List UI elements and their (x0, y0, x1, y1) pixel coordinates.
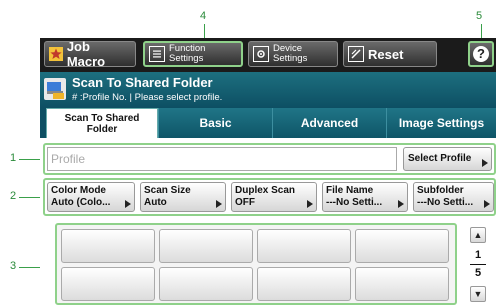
shared-folder-icon (44, 78, 66, 100)
duplex-scan-button[interactable]: Duplex Scan OFF (231, 182, 317, 212)
device-settings-icon (253, 46, 269, 62)
job-macro-button[interactable]: Job Macro (44, 39, 136, 69)
device-settings-button[interactable]: Device Settings (248, 41, 338, 67)
tab-advanced-label: Advanced (300, 116, 359, 130)
profile-slot[interactable] (355, 267, 449, 301)
page-down-button[interactable]: ▼ (470, 286, 486, 302)
job-macro-label: Job Macro (66, 39, 106, 69)
reset-label: Reset (368, 46, 404, 62)
arrow-right-icon (216, 200, 222, 208)
top-toolbar: Job Macro Function Settings Device Setti… (40, 38, 496, 72)
current-page: 1 (474, 249, 482, 261)
profile-slot[interactable] (61, 229, 155, 263)
tab-basic-label: Basic (199, 116, 232, 130)
help-button[interactable]: ? (468, 41, 494, 67)
file-name-button[interactable]: File Name ---No Setti... (322, 182, 408, 212)
profile-slot[interactable] (61, 267, 155, 301)
profile-slot[interactable] (355, 229, 449, 263)
arrow-right-icon (307, 200, 313, 208)
star-icon (49, 47, 63, 61)
help-icon: ? (473, 46, 489, 62)
reset-icon (348, 46, 364, 62)
scan-size-button[interactable]: Scan Size Auto (140, 182, 226, 212)
title-bar: Scan To Shared Folder # :Profile No. | P… (40, 72, 496, 108)
tab-strip: Scan To Shared Folder Basic Advanced Ima… (40, 108, 496, 138)
reset-button[interactable]: Reset (343, 41, 437, 67)
total-pages: 5 (474, 267, 482, 279)
tab-scan-to-shared-folder[interactable]: Scan To Shared Folder (46, 108, 158, 138)
tab-image-settings-label: Image Settings (398, 116, 485, 130)
tab-label-line2: Folder (86, 123, 118, 135)
arrow-right-icon (125, 200, 131, 208)
scan-size-name: Scan Size (144, 185, 191, 196)
page-divider (470, 264, 486, 265)
callout-5: 5 (476, 10, 483, 22)
color-mode-value: Auto (Colo... (51, 197, 111, 208)
setting-buttons-row: Color Mode Auto (Colo... Scan Size Auto … (43, 178, 496, 216)
tab-basic[interactable]: Basic (158, 108, 272, 138)
callout-4: 4 (200, 10, 207, 22)
profile-slot[interactable] (159, 229, 253, 263)
page-subtitle: # :Profile No. | Please select profile. (72, 92, 223, 103)
duplex-scan-value: OFF (235, 197, 255, 208)
tab-advanced[interactable]: Advanced (272, 108, 386, 138)
page-up-button[interactable]: ▲ (470, 227, 486, 243)
subfolder-value: ---No Setti... (417, 197, 474, 208)
select-profile-button[interactable]: Select Profile (403, 147, 492, 171)
profile-row: Profile Select Profile (43, 143, 496, 175)
tab-image-settings[interactable]: Image Settings (386, 108, 496, 138)
arrow-right-icon (398, 200, 404, 208)
profile-slot[interactable] (257, 267, 351, 301)
tab-label-line1: Scan To Shared (64, 112, 140, 124)
arrow-right-icon (482, 159, 488, 167)
scan-size-value: Auto (144, 197, 167, 208)
subfolder-button[interactable]: Subfolder ---No Setti... (413, 182, 494, 212)
arrow-right-icon (484, 200, 490, 208)
file-name-name: File Name (326, 185, 374, 196)
profile-slot[interactable] (257, 229, 351, 263)
callout-1: 1 (10, 152, 17, 164)
device-settings-label-2: Settings (273, 53, 308, 64)
color-mode-button[interactable]: Color Mode Auto (Colo... (47, 182, 135, 212)
function-settings-label-2: Settings (169, 53, 204, 64)
duplex-scan-name: Duplex Scan (235, 185, 296, 196)
color-mode-name: Color Mode (51, 185, 106, 196)
function-settings-button[interactable]: Function Settings (143, 41, 243, 67)
profile-grid (55, 223, 457, 305)
file-name-value: ---No Setti... (326, 197, 383, 208)
profile-input[interactable]: Profile (47, 147, 397, 171)
select-profile-label: Select Profile (408, 153, 472, 164)
page-title: Scan To Shared Folder (72, 75, 213, 90)
list-settings-icon (149, 46, 165, 62)
profile-slot[interactable] (159, 267, 253, 301)
callout-3: 3 (10, 260, 17, 272)
subfolder-name: Subfolder (417, 185, 464, 196)
callout-2: 2 (10, 190, 17, 202)
